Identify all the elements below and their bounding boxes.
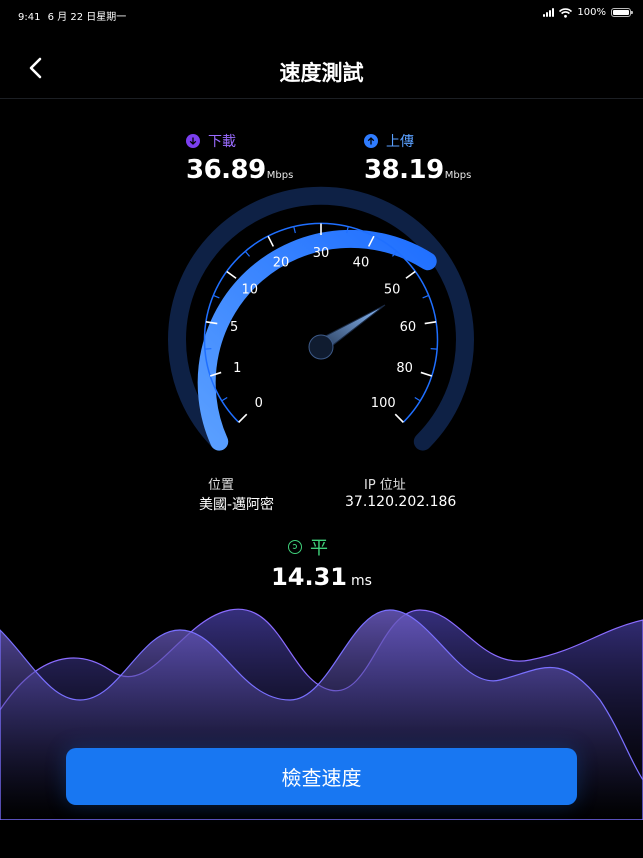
speed-gauge: 0 1 5 10 20 30 40 50 60 80 100 (168, 186, 474, 451)
gauge-scale-label: 5 (230, 320, 238, 335)
gauge-minor-tick (414, 396, 421, 402)
gauge-scale-label: 60 (400, 320, 417, 335)
gauge-scale-label: 80 (396, 361, 413, 376)
gauge-minor-tick (244, 251, 251, 257)
ping-value: 14.31 (271, 563, 347, 591)
gauge-major-tick (394, 413, 404, 423)
location-label: 位置 (208, 478, 235, 493)
location-value: 美國-邁阿密 (199, 497, 275, 513)
ping-label: 平 (310, 538, 328, 559)
gauge-scale-label: 30 (313, 246, 330, 261)
gauge-minor-tick (204, 348, 212, 350)
gauge-scale-label: 40 (353, 256, 370, 271)
gauge-major-tick (226, 270, 237, 279)
gauge-minor-tick (430, 348, 438, 350)
gauge-major-tick (405, 270, 416, 279)
gauge-scale-label: 10 (242, 282, 259, 297)
gauge-major-tick (238, 413, 248, 423)
gauge-major-tick (420, 371, 433, 377)
ping-unit: ms (350, 573, 372, 589)
gauge-minor-tick (422, 294, 429, 299)
gauge-major-tick (424, 320, 437, 325)
check-speed-button[interactable]: 檢查速度 (66, 748, 577, 805)
ip-label: IP 位址 (364, 478, 406, 493)
gauge-minor-tick (213, 294, 220, 299)
gauge-scale-label: 100 (371, 396, 396, 411)
ip-value: 37.120.202.186 (345, 494, 457, 510)
gauge-major-tick (267, 235, 275, 247)
ping-signal-icon (288, 540, 302, 554)
gauge-scale-label: 20 (273, 256, 290, 271)
gauge-scale-label: 50 (384, 282, 401, 297)
gauge-minor-tick (293, 226, 296, 234)
ping-label-row: 平 (288, 534, 328, 560)
gauge-scale-label: 1 (233, 361, 241, 376)
gauge-needle (308, 304, 386, 360)
gauge-scale-label: 0 (255, 396, 263, 411)
ping-value-row: 14.31 ms (0, 563, 643, 591)
gauge-minor-tick (221, 396, 228, 402)
